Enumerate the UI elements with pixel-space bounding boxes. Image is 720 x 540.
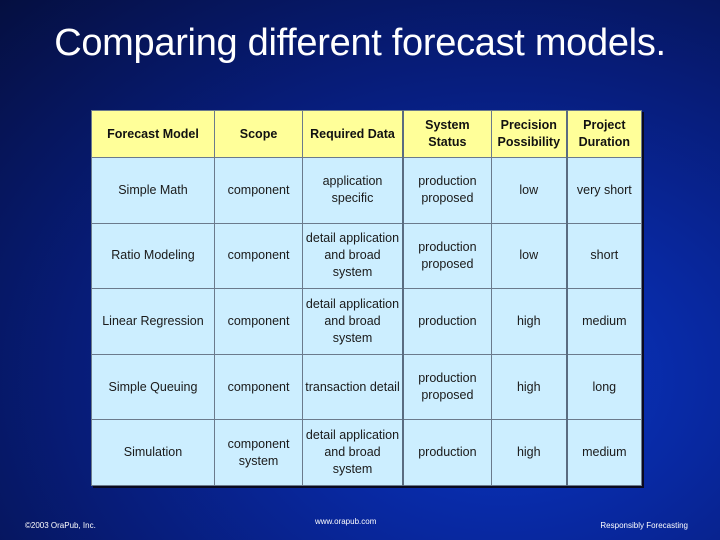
cell-project-duration: medium <box>566 288 642 355</box>
header-system-status: System Status <box>402 110 492 158</box>
table-row: Ratio Modeling component detail applicatio… <box>91 222 642 290</box>
cell-scope: component system <box>213 419 304 486</box>
cell-system-status: production proposed <box>402 353 492 421</box>
table-row: Linear Regression component detail applica… <box>91 288 642 355</box>
slide-title: Comparing different forecast models. <box>54 22 666 64</box>
header-forecast-model: Forecast Model <box>91 110 215 158</box>
header-scope: Scope <box>213 110 304 158</box>
cell-scope: component <box>213 353 304 421</box>
cell-precision-possibility: high <box>490 353 568 421</box>
cell-required-data: transaction detail <box>302 353 404 421</box>
table-header-row: Forecast Model Scope Required Data Syste… <box>91 110 642 158</box>
cell-forecast-model: Ratio Modeling <box>91 222 215 290</box>
cell-required-data: detail application and broad system <box>302 288 404 355</box>
cell-required-data: detail application and broad system <box>302 419 404 486</box>
forecast-models-table: Forecast Model Scope Required Data Syste… <box>91 110 642 486</box>
cell-system-status: production <box>402 419 492 486</box>
footer-copyright: ©2003 OraPub, Inc. <box>25 521 96 530</box>
header-precision-possibility: Precision Possibility <box>490 110 568 158</box>
cell-precision-possibility: low <box>490 222 568 290</box>
cell-system-status: production <box>402 288 492 355</box>
cell-project-duration: short <box>566 222 642 290</box>
footer-website: www.orapub.com <box>315 517 377 526</box>
cell-forecast-model: Simple Math <box>91 157 215 224</box>
table-row: Simple Math component application specific… <box>91 157 642 224</box>
cell-required-data: detail application and broad system <box>302 222 404 290</box>
cell-system-status: production proposed <box>402 222 492 290</box>
header-project-duration: Project Duration <box>566 110 642 158</box>
cell-precision-possibility: high <box>490 419 568 486</box>
cell-project-duration: long <box>566 353 642 421</box>
footer-tagline: Responsibly Forecasting <box>600 521 688 530</box>
cell-scope: component <box>213 157 304 224</box>
header-required-data: Required Data <box>302 110 404 158</box>
cell-project-duration: medium <box>566 419 642 486</box>
cell-scope: component <box>213 222 304 290</box>
cell-forecast-model: Linear Regression <box>91 288 215 355</box>
cell-forecast-model: Simulation <box>91 419 215 486</box>
cell-scope: component <box>213 288 304 355</box>
cell-project-duration: very short <box>566 157 642 224</box>
cell-precision-possibility: high <box>490 288 568 355</box>
table-row: Simple Queuing component transaction detai… <box>91 353 642 421</box>
cell-precision-possibility: low <box>490 157 568 224</box>
table-row: Simulation component system detail applica… <box>91 419 642 486</box>
cell-required-data: application specific <box>302 157 404 224</box>
cell-forecast-model: Simple Queuing <box>91 353 215 421</box>
cell-system-status: production proposed <box>402 157 492 224</box>
